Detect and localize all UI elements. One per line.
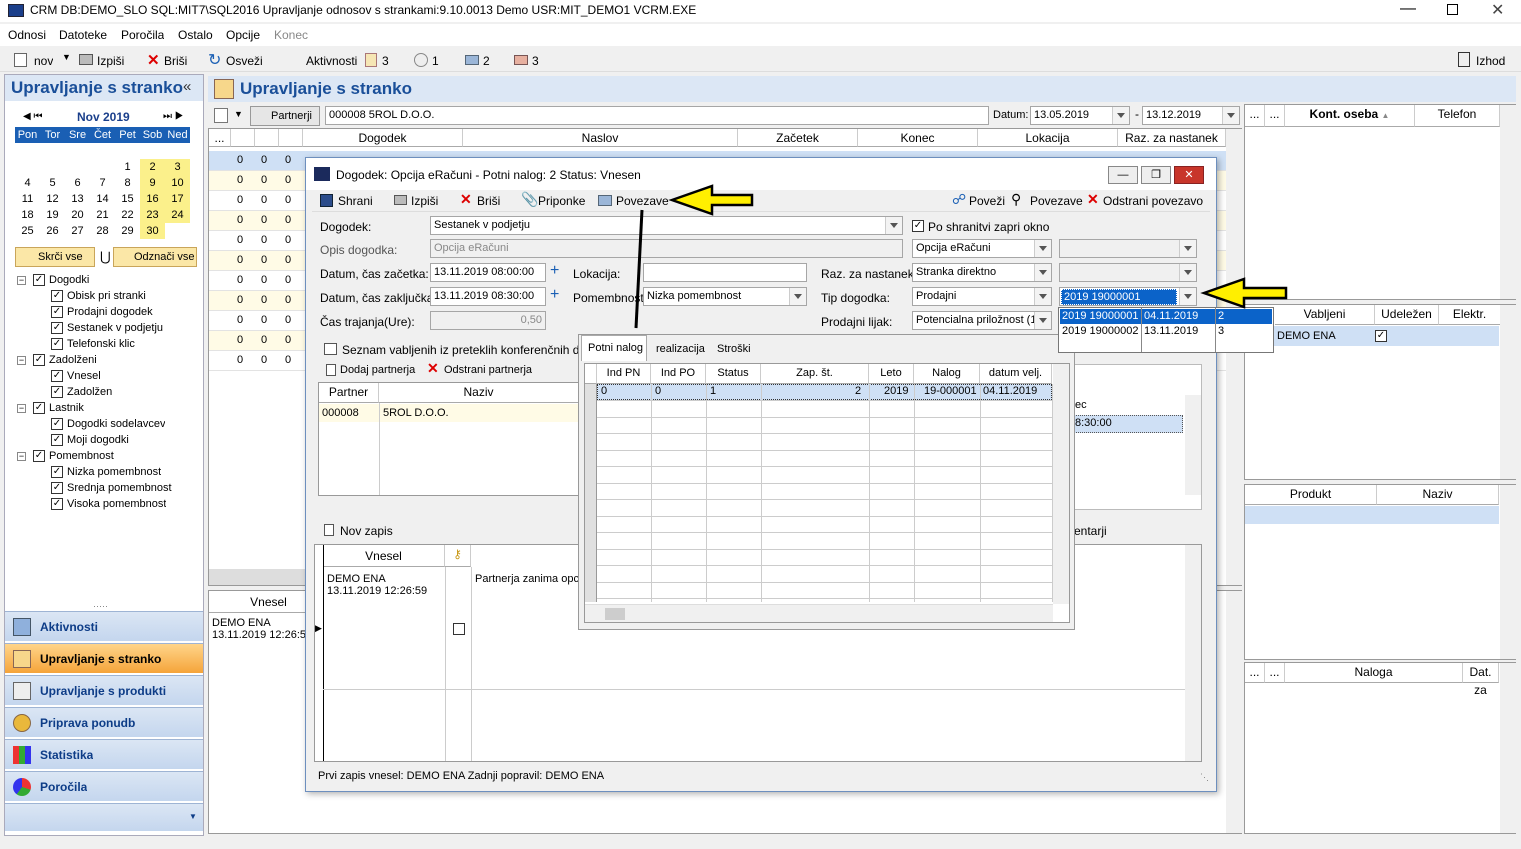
arrow-to-travel-order-select <box>1200 277 1288 309</box>
arrow-to-povezave <box>668 184 754 216</box>
annotation-line <box>634 209 644 329</box>
annotation-arrows <box>634 184 1288 329</box>
